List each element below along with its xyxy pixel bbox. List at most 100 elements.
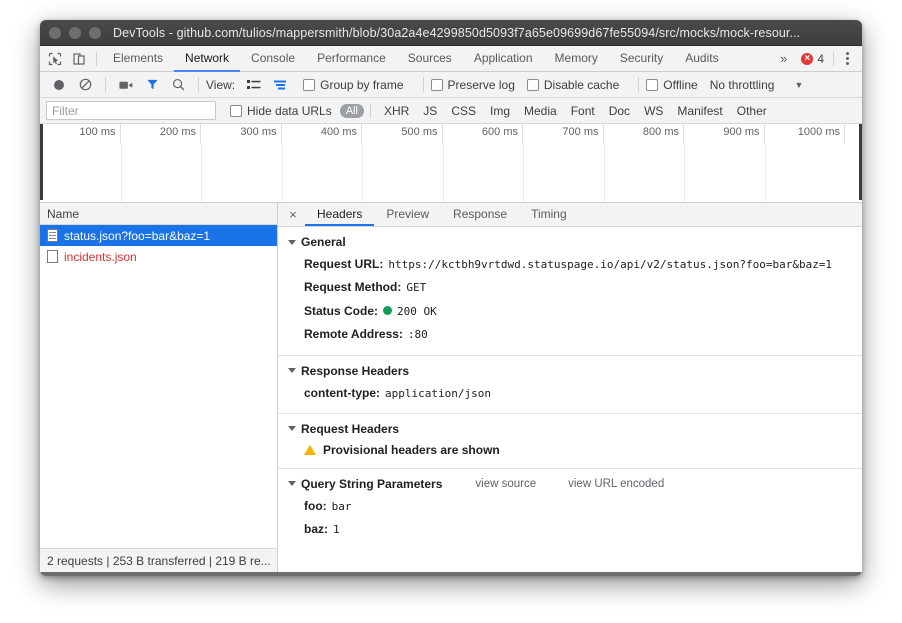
status-code-row: Status Code: 200 OK (278, 300, 862, 323)
group-by-frame-checkbox-wrap[interactable]: Group by frame (303, 78, 404, 92)
chip-doc[interactable]: Doc (602, 103, 637, 119)
table-row[interactable]: incidents.json (40, 246, 277, 267)
document-icon (47, 229, 58, 242)
offline-checkbox-wrap[interactable]: Offline (646, 77, 698, 92)
chip-ws[interactable]: WS (637, 103, 670, 119)
network-toolbar: View: Group by frame Preserve log Disabl… (40, 72, 862, 98)
hide-data-urls-label: Hide data URLs (247, 103, 332, 118)
device-toolbar-icon[interactable] (67, 48, 91, 70)
minimize-window-button[interactable] (69, 26, 81, 39)
section-general-header[interactable]: General (278, 233, 862, 253)
view-url-encoded-link[interactable]: view URL encoded (568, 478, 664, 490)
provisional-headers-text: Provisional headers are shown (323, 442, 500, 457)
chip-other[interactable]: Other (730, 103, 774, 119)
request-list-header[interactable]: Name (40, 203, 277, 225)
tab-network[interactable]: Network (174, 46, 241, 72)
close-window-button[interactable] (49, 26, 61, 39)
tab-memory[interactable]: Memory (544, 46, 609, 72)
timeline-gridline (684, 144, 685, 202)
filter-input[interactable] (46, 101, 216, 120)
toolbar-divider-1 (105, 77, 106, 92)
tab-sources[interactable]: Sources (397, 46, 463, 72)
request-name: incidents.json (64, 249, 137, 264)
toolbar-divider-right (833, 51, 834, 66)
chip-font[interactable]: Font (564, 103, 602, 119)
chip-xhr[interactable]: XHR (377, 103, 416, 119)
network-filter-row: Hide data URLs All XHR JS CSS Img Media … (40, 98, 862, 124)
section-query-string: Query String Parameters view source view… (278, 469, 862, 550)
section-request-headers-header[interactable]: Request Headers (278, 420, 862, 440)
chip-all[interactable]: All (339, 103, 364, 118)
record-button[interactable] (46, 74, 72, 96)
window-bottom-strip (40, 572, 862, 576)
status-code-value: 200 OK (397, 304, 437, 318)
tab-security[interactable]: Security (609, 46, 674, 72)
timeline-tick: 400 ms (282, 124, 362, 144)
search-icon[interactable] (165, 74, 191, 96)
content-type-row: content-type: application/json (278, 382, 862, 405)
section-response-headers-header[interactable]: Response Headers (278, 362, 862, 382)
disable-cache-checkbox-wrap[interactable]: Disable cache (526, 77, 620, 92)
preserve-log-checkbox[interactable] (430, 78, 443, 91)
timeline-gridline (120, 144, 122, 202)
chip-js[interactable]: JS (416, 103, 444, 119)
close-icon[interactable]: × (281, 203, 305, 226)
error-count-badge[interactable]: × 4 (795, 52, 830, 66)
tab-preview[interactable]: Preview (374, 203, 441, 226)
tab-console[interactable]: Console (240, 46, 306, 72)
triangle-down-icon (288, 368, 296, 374)
timeline-tick: 700 ms (523, 124, 604, 144)
tab-elements[interactable]: Elements (102, 46, 174, 72)
maximize-window-button[interactable] (89, 26, 101, 39)
view-label: View: (206, 77, 236, 92)
chip-img[interactable]: Img (483, 103, 517, 119)
throttling-select[interactable]: No throttling ▼ (710, 78, 804, 92)
tab-response[interactable]: Response (441, 203, 519, 226)
network-overview-timeline[interactable]: 100 ms 200 ms 300 ms 400 ms 500 ms 600 m… (40, 124, 862, 203)
remote-address-row: Remote Address: :80 (278, 323, 862, 346)
offline-label: Offline (663, 77, 698, 92)
table-row[interactable]: status.json?foo=bar&baz=1 (40, 225, 277, 246)
overview-right-handle[interactable] (859, 124, 862, 200)
disable-cache-checkbox[interactable] (526, 78, 539, 91)
overview-left-handle[interactable] (40, 124, 43, 200)
request-url-row: Request URL: https://kctbh9vrtdwd.status… (278, 253, 862, 276)
hide-data-urls-checkbox[interactable] (230, 104, 242, 117)
offline-checkbox[interactable] (646, 78, 659, 91)
devtools-window: DevTools - github.com/tulios/mappersmith… (40, 20, 862, 576)
chip-manifest[interactable]: Manifest (670, 103, 729, 119)
chevron-down-icon: ▼ (794, 79, 804, 90)
disable-cache-label: Disable cache (543, 77, 620, 92)
timeline-tick: 100 ms (40, 124, 121, 144)
tab-application[interactable]: Application (463, 46, 544, 72)
timeline-gridline (442, 144, 444, 202)
preserve-log-label: Preserve log (447, 77, 515, 92)
hide-data-urls-checkbox-wrap[interactable]: Hide data URLs (230, 104, 332, 118)
section-query-string-header[interactable]: Query String Parameters view source view… (278, 475, 862, 495)
panel-tabbar-right: » × 4 (772, 48, 859, 70)
capture-screenshots-icon[interactable] (113, 74, 139, 96)
tab-performance[interactable]: Performance (306, 46, 397, 72)
view-list-icon[interactable] (241, 74, 267, 96)
error-icon: × (801, 52, 814, 65)
tab-audits[interactable]: Audits (674, 46, 729, 72)
tab-timing[interactable]: Timing (519, 203, 579, 226)
chip-css[interactable]: CSS (444, 103, 483, 119)
main-menu-kebab-icon[interactable] (837, 48, 857, 70)
preserve-log-checkbox-wrap[interactable]: Preserve log (430, 77, 515, 92)
view-waterfall-icon[interactable] (267, 74, 293, 96)
timeline-tick: 1000 ms (765, 124, 845, 144)
section-query-string-title: Query String Parameters (301, 476, 443, 491)
panel-tabs: Elements Network Console Performance Sou… (102, 46, 730, 72)
inspect-element-icon[interactable] (43, 48, 67, 70)
view-source-link[interactable]: view source (475, 478, 536, 490)
chip-media[interactable]: Media (517, 103, 564, 119)
filter-funnel-icon[interactable] (139, 74, 165, 96)
remote-address-key: Remote Address: (304, 327, 403, 342)
window-title: DevTools - github.com/tulios/mappersmith… (113, 25, 801, 40)
timeline-gridline (764, 144, 766, 202)
tab-headers[interactable]: Headers (305, 203, 375, 226)
group-by-frame-checkbox[interactable] (303, 78, 316, 91)
more-tabs-chevron-icon[interactable]: » (772, 51, 795, 66)
clear-button[interactable] (72, 74, 98, 96)
